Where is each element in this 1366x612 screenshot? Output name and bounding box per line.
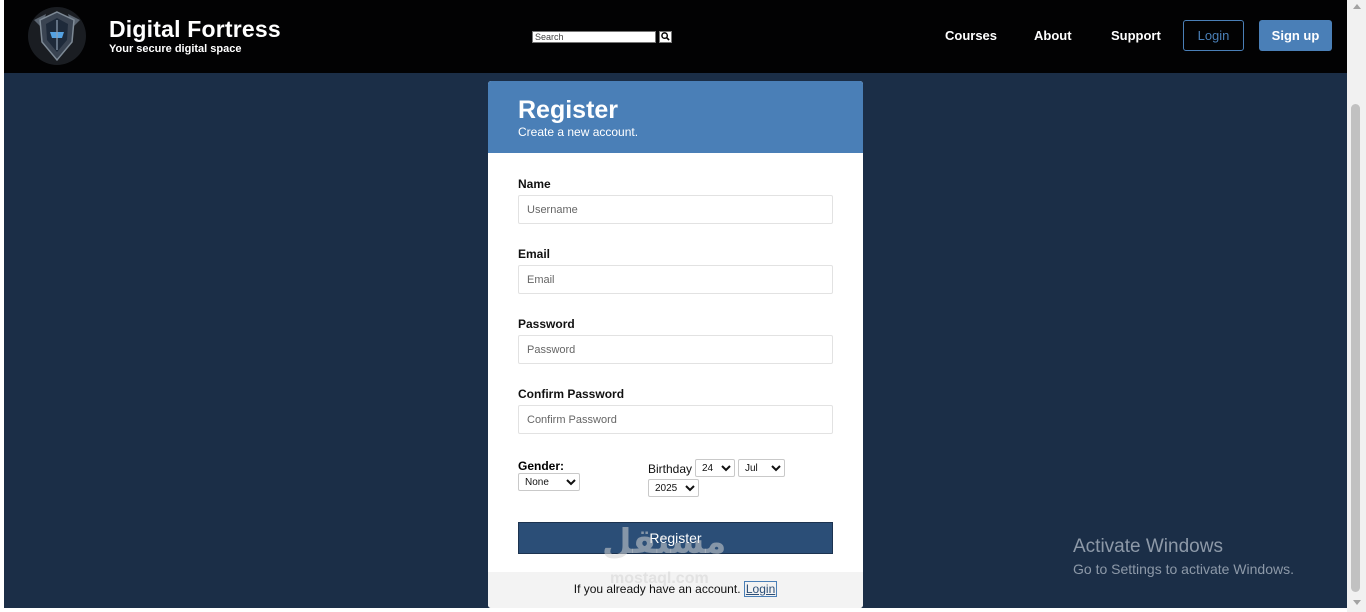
search-icon (661, 32, 670, 41)
login-button[interactable]: Login (1183, 20, 1244, 51)
register-title: Register (518, 96, 619, 124)
password-label: Password (518, 317, 575, 331)
page-viewport: Digital Fortress Your secure digital spa… (4, 0, 1347, 608)
birthday-month-select[interactable]: Jul (738, 459, 785, 477)
register-form: Name Email Password Confirm Password Gen… (488, 153, 863, 554)
register-card-header: Register Create a new account. (488, 81, 863, 153)
login-prompt-text: If you already have an account. (573, 582, 741, 596)
windows-activation-subtitle: Go to Settings to activate Windows. (1073, 561, 1294, 577)
password-field[interactable] (518, 335, 833, 364)
birthday-year-select[interactable]: 2025 (648, 479, 699, 497)
signup-button[interactable]: Sign up (1259, 20, 1332, 51)
nav-support-link[interactable]: Support (1111, 28, 1161, 43)
vertical-scrollbar[interactable] (1347, 0, 1366, 612)
nav-courses-link[interactable]: Courses (945, 28, 997, 43)
register-card: Register Create a new account. Name Emai… (488, 81, 863, 608)
register-button[interactable]: Register (518, 522, 833, 554)
search-bar (532, 30, 672, 43)
gender-birthday-row: Gender: None Birthday 24 Jul 2025 (518, 457, 833, 519)
gender-label: Gender: (518, 459, 565, 473)
birthday-label: Birthday (648, 462, 693, 476)
email-field[interactable] (518, 265, 833, 294)
brand-title: Digital Fortress (109, 16, 281, 42)
login-link[interactable]: Login (743, 581, 778, 597)
search-input[interactable] (532, 30, 656, 43)
birthday-day-select[interactable]: 24 (695, 459, 735, 477)
shield-knight-icon[interactable] (26, 6, 88, 66)
confirm-password-label: Confirm Password (518, 387, 625, 401)
scroll-up-arrow-icon[interactable] (1353, 4, 1361, 9)
register-subtitle: Create a new account. (518, 125, 639, 139)
register-card-footer: If you already have an account. Login (488, 572, 863, 608)
windows-activation-title: Activate Windows (1073, 536, 1223, 557)
email-label: Email (518, 247, 551, 261)
top-navbar: Digital Fortress Your secure digital spa… (4, 0, 1347, 73)
brand-subtitle: Your secure digital space (109, 43, 242, 55)
confirm-password-field[interactable] (518, 405, 833, 434)
scroll-down-arrow-icon[interactable] (1353, 600, 1361, 605)
username-field[interactable] (518, 195, 833, 224)
scrollbar-thumb[interactable] (1351, 104, 1360, 592)
search-button[interactable] (659, 30, 672, 43)
nav-about-link[interactable]: About (1034, 28, 1072, 43)
name-label: Name (518, 177, 551, 191)
gender-select[interactable]: None (518, 473, 580, 491)
